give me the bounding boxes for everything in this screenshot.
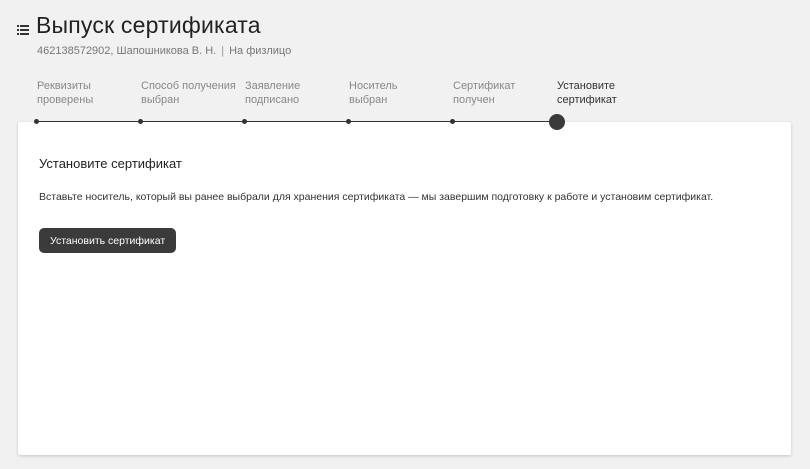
step-label-1-line2: проверены: [37, 94, 94, 106]
step-label-6-line2: сертификат: [557, 94, 617, 106]
step-label-4: Носитель выбран: [349, 79, 449, 107]
step-label-3-line2: подписано: [245, 94, 300, 106]
step-label-4-line2: выбран: [349, 94, 388, 106]
subtitle-owner: 462138572902, Шапошникова В. Н.: [37, 45, 217, 57]
step-label-5-line1: Сертификат: [453, 80, 516, 92]
step-label-2-line2: выбран: [141, 94, 180, 106]
page-header: Выпуск сертификата 462138572902, Шапошни…: [17, 12, 291, 57]
subtitle-type: На физлицо: [229, 45, 292, 57]
page-title: Выпуск сертификата: [36, 12, 261, 38]
card-description: Вставьте носитель, который вы ранее выбр…: [39, 191, 714, 203]
title-row: Выпуск сертификата: [17, 12, 291, 39]
list-menu-icon[interactable]: [17, 22, 29, 35]
step-label-3-line1: Заявление: [245, 80, 301, 92]
step-label-2: Способ получения выбран: [141, 79, 241, 107]
install-certificate-button[interactable]: Установить сертификат: [39, 228, 177, 253]
subtitle-separator: |: [221, 45, 225, 57]
step-label-5-line2: получен: [453, 94, 495, 106]
page-subtitle: 462138572902, Шапошникова В. Н. | На физли…: [37, 45, 291, 57]
card-title: Установите сертификат: [39, 156, 182, 171]
stepper: Реквизиты проверены Способ получения выб…: [37, 79, 637, 109]
step-label-4-line1: Носитель: [349, 80, 398, 92]
step-label-5: Сертификат получен: [453, 79, 553, 107]
step-label-6-current: Установите сертификат: [557, 79, 657, 107]
step-label-2-line1: Способ получения: [141, 80, 236, 92]
step-label-3: Заявление подписано: [245, 79, 345, 107]
step-label-1: Реквизиты проверены: [37, 79, 137, 107]
content-card: Установите сертификат Вставьте носитель,…: [18, 122, 791, 455]
step-label-6-line1: Установите: [557, 80, 615, 92]
step-label-1-line1: Реквизиты: [37, 80, 91, 92]
